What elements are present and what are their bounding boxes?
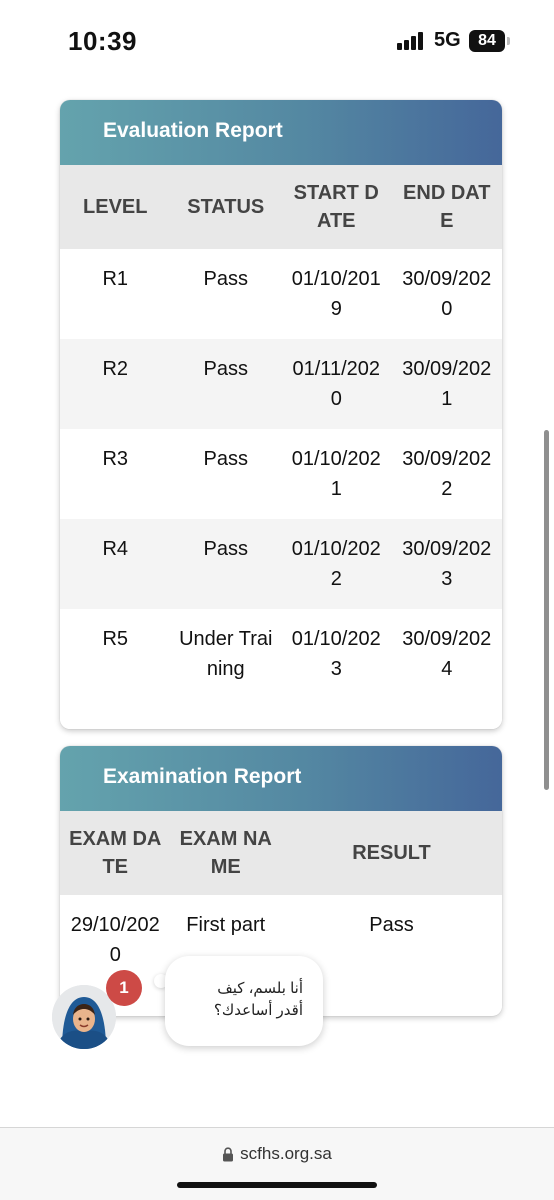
cell-start-date: 01/11/2020 (281, 339, 392, 429)
column-header-level: LEVEL (60, 165, 171, 249)
cell-end-date: 30/09/2023 (391, 519, 502, 609)
table-row: R1 Pass 01/10/2019 30/09/2020 (60, 249, 502, 339)
cell-end-date: 30/09/2022 (391, 429, 502, 519)
home-indicator[interactable] (177, 1182, 377, 1188)
table-row: R3 Pass 01/10/2021 30/09/2022 (60, 429, 502, 519)
column-header-start-date: START DATE (281, 165, 392, 249)
cell-end-date: 30/09/2021 (391, 339, 502, 429)
notification-badge[interactable]: 1 (106, 970, 142, 1006)
evaluation-report-title: Evaluation Report (60, 100, 502, 165)
cell-status: Pass (170, 339, 281, 429)
cell-level: R2 (60, 339, 171, 429)
chat-message-line-1: أنا بلسم، كيف (217, 980, 303, 997)
page-scrollbar[interactable] (544, 430, 549, 790)
examination-report-title: Examination Report (60, 746, 502, 811)
network-type: 5G (434, 29, 461, 51)
table-row: R5 Under Training 01/10/2023 30/09/2024 (60, 609, 502, 729)
cell-start-date: 01/10/2022 (281, 519, 392, 609)
cell-level: R4 (60, 519, 171, 609)
cell-start-date: 01/10/2019 (281, 249, 392, 339)
browser-address-bar[interactable]: scfhs.org.sa (0, 1127, 554, 1200)
chat-welcome-bubble[interactable]: أنا بلسم، كيف أقدر أساعدك؟ (165, 956, 323, 1046)
table-row: R4 Pass 01/10/2022 30/09/2023 (60, 519, 502, 609)
status-time: 10:39 (68, 26, 137, 56)
cellular-signal-icon (397, 32, 425, 50)
url-text: scfhs.org.sa (240, 1144, 332, 1163)
chat-message-line-2: أقدر أساعدك؟ (213, 1002, 303, 1019)
cell-status: Under Training (170, 609, 281, 729)
column-header-result: RESULT (281, 811, 502, 895)
column-header-exam-name: EXAM NAME (170, 811, 281, 895)
battery-tip (507, 37, 510, 45)
cell-end-date: 30/09/2024 (391, 609, 502, 729)
cell-level: R1 (60, 249, 171, 339)
cell-level: R5 (60, 609, 171, 729)
cell-end-date: 30/09/2020 (391, 249, 502, 339)
cell-status: Pass (170, 249, 281, 339)
cell-start-date: 01/10/2023 (281, 609, 392, 729)
column-header-status: STATUS (170, 165, 281, 249)
column-header-exam-date: EXAM DATE (60, 811, 171, 895)
cell-status: Pass (170, 519, 281, 609)
table-row: R2 Pass 01/11/2020 30/09/2021 (60, 339, 502, 429)
cell-status: Pass (170, 429, 281, 519)
examination-header-row: EXAM DATE EXAM NAME RESULT (60, 811, 502, 895)
lock-icon (223, 1147, 234, 1162)
cell-start-date: 01/10/2021 (281, 429, 392, 519)
evaluation-table: LEVEL STATUS START DATE END DATE R1 Pass… (60, 165, 502, 729)
evaluation-report-card: Evaluation Report LEVEL STATUS START DAT… (60, 100, 502, 729)
battery-icon: 84 (469, 30, 505, 52)
url-display[interactable]: scfhs.org.sa (0, 1144, 554, 1164)
column-header-end-date: END DATE (391, 165, 502, 249)
evaluation-header-row: LEVEL STATUS START DATE END DATE (60, 165, 502, 249)
cell-level: R3 (60, 429, 171, 519)
status-bar: 10:39 5G 84 (0, 0, 554, 84)
